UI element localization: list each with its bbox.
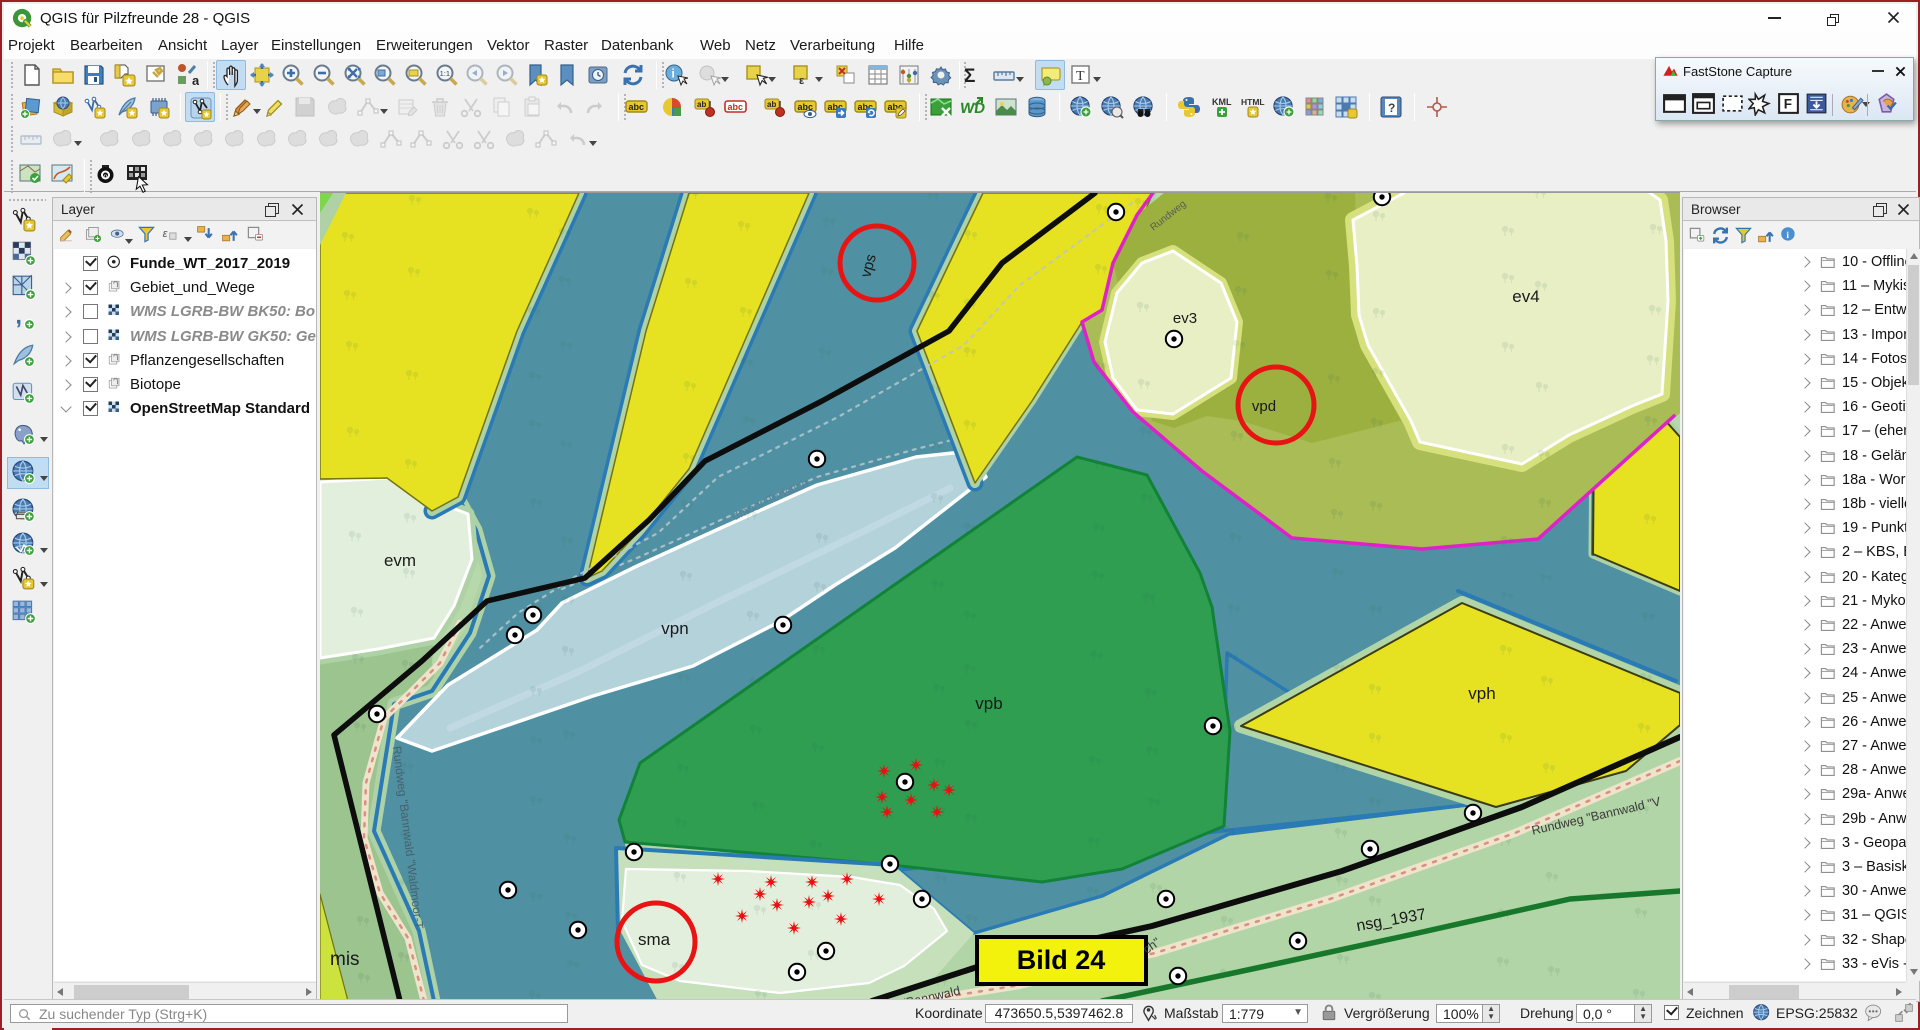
- svg-text:ε: ε: [163, 228, 168, 240]
- svg-text:i: i: [672, 67, 675, 81]
- svg-text:vpn: vpn: [661, 619, 688, 638]
- svg-text:,: ,: [15, 306, 22, 329]
- svg-text:vph: vph: [1468, 684, 1495, 703]
- svg-text:?: ?: [1388, 101, 1395, 115]
- svg-text:HTML: HTML: [1241, 97, 1265, 107]
- svg-text:evm: evm: [384, 551, 416, 570]
- svg-text:vpb: vpb: [975, 694, 1002, 713]
- svg-text:ev4: ev4: [1512, 287, 1539, 306]
- svg-text:Bild 24: Bild 24: [1017, 945, 1106, 975]
- svg-text:ε: ε: [799, 75, 805, 87]
- svg-text:1:1: 1:1: [440, 69, 450, 78]
- svg-text:F: F: [1784, 97, 1792, 112]
- svg-text:Σ: Σ: [964, 66, 975, 87]
- svg-text:abc: abc: [728, 102, 744, 112]
- svg-text:KML: KML: [1212, 97, 1232, 107]
- svg-text:abc: abc: [629, 102, 645, 112]
- svg-text:o: o: [104, 174, 108, 181]
- svg-text:i: i: [1786, 231, 1789, 241]
- svg-text:mis: mis: [330, 949, 360, 970]
- svg-text:sma: sma: [638, 930, 671, 949]
- svg-text:T: T: [1076, 69, 1085, 84]
- svg-text:vpd: vpd: [1252, 398, 1276, 415]
- svg-text:ev3: ev3: [1173, 310, 1197, 327]
- svg-text:ab: ab: [767, 100, 776, 109]
- svg-text:a: a: [192, 73, 199, 87]
- svg-text:ab: ab: [697, 100, 706, 109]
